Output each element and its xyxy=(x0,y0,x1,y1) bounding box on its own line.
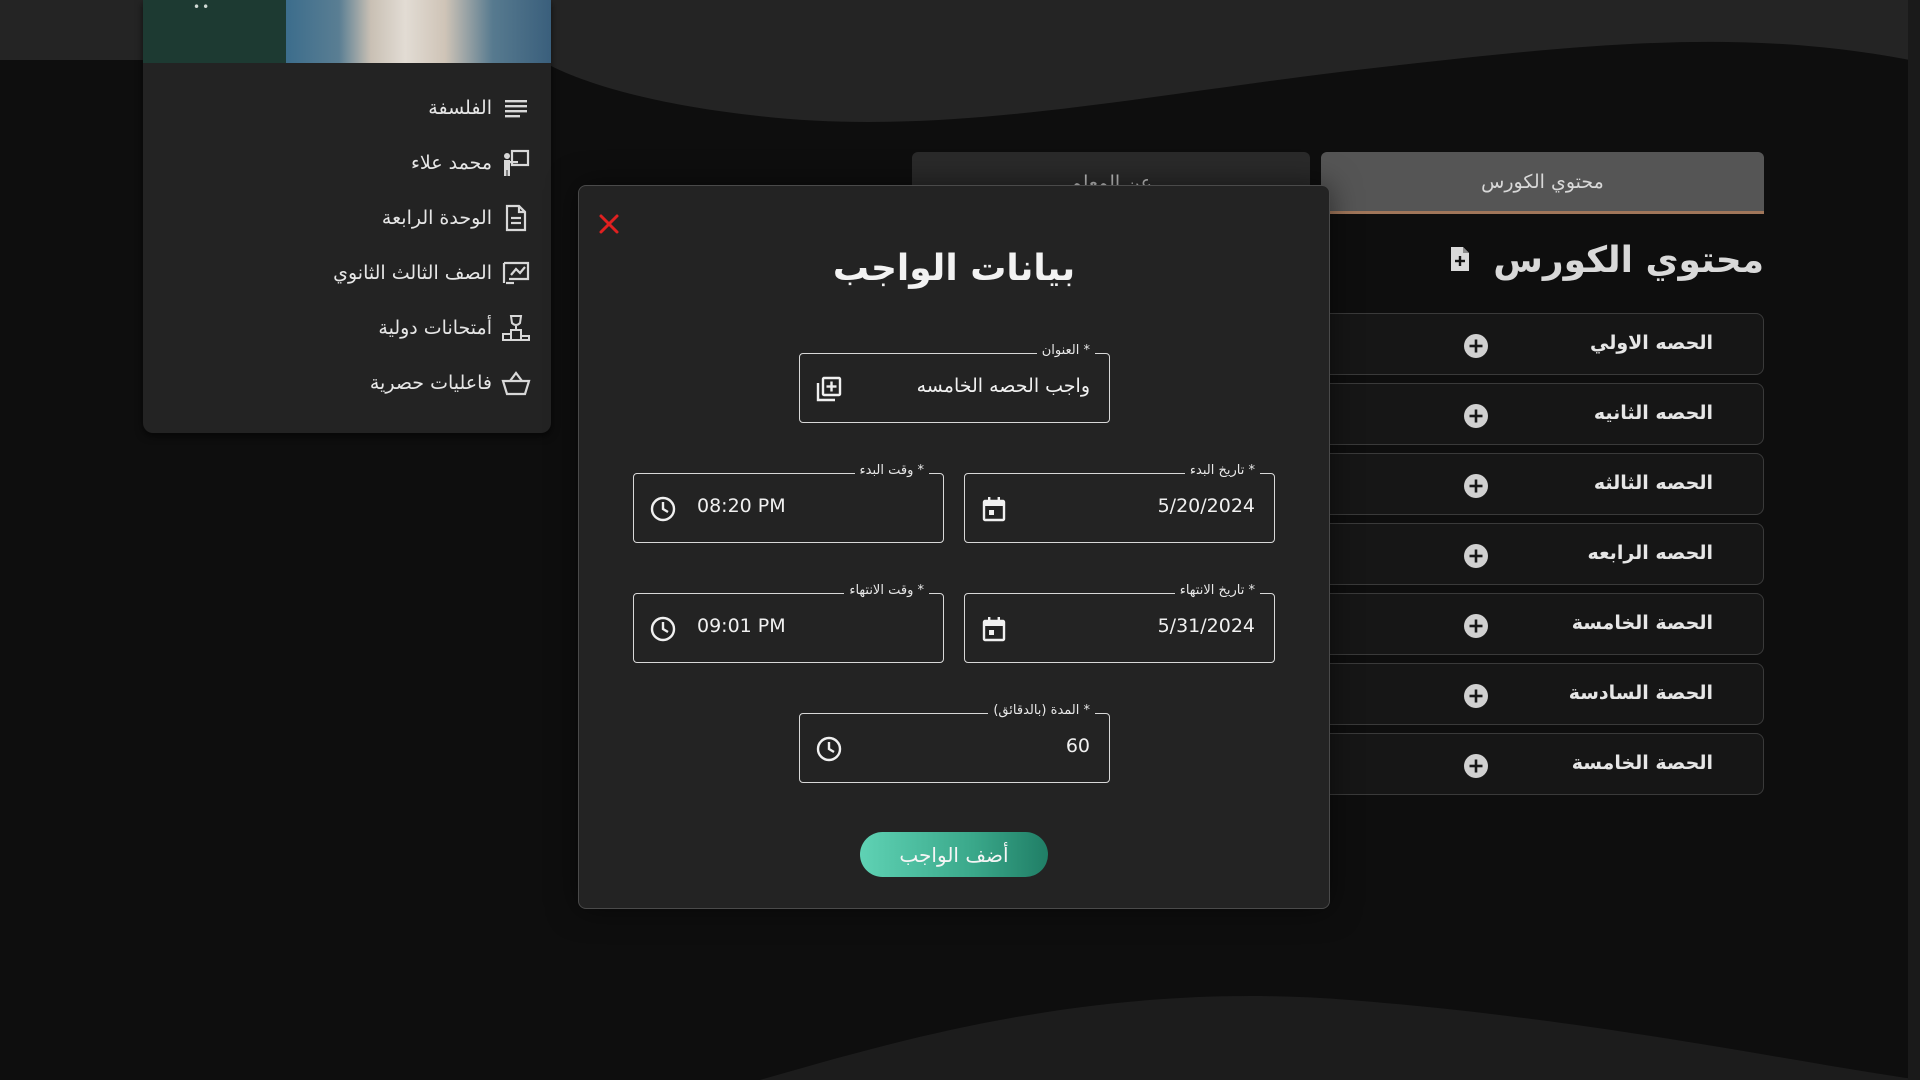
assignment-title-field[interactable]: العنوان * واجب الحصه الخامسه xyxy=(799,343,1110,423)
library-add-icon xyxy=(816,376,842,402)
end-time-field[interactable]: وقت الانتهاء * 09:01 PM xyxy=(633,583,944,663)
lesson-item[interactable]: الحصه الاولي xyxy=(1290,313,1764,375)
lesson-item[interactable]: الحصة الخامسة xyxy=(1290,593,1764,655)
lesson-label: الحصه الاولي xyxy=(1589,332,1713,354)
plus-circle-icon[interactable] xyxy=(1464,614,1488,638)
sidebar: •• الفلسفة محمد علاء الوحدة الرابعة الصف… xyxy=(143,0,551,433)
lesson-item[interactable]: الحصه الرابعه xyxy=(1290,523,1764,585)
tab-course-content[interactable]: محتوي الكورس xyxy=(1321,152,1764,214)
clock-icon xyxy=(816,736,842,762)
close-icon[interactable] xyxy=(597,212,621,236)
field-label: المدة (بالدقائق) * xyxy=(988,703,1095,718)
plus-circle-icon[interactable] xyxy=(1464,474,1488,498)
sidebar-item-label: الوحدة الرابعة xyxy=(381,206,492,229)
sidebar-info-list: الفلسفة محمد علاء الوحدة الرابعة الصف ال… xyxy=(333,80,531,410)
end-date-input[interactable]: 5/31/2024 xyxy=(1158,615,1255,637)
start-date-input[interactable]: 5/20/2024 xyxy=(1158,495,1255,517)
sidebar-item-events: فاعليات حصرية xyxy=(333,355,531,410)
start-time-input[interactable]: 08:20 PM xyxy=(697,495,786,517)
plus-circle-icon[interactable] xyxy=(1464,754,1488,778)
lesson-label: الحصه الثانيه xyxy=(1593,402,1713,424)
end-time-input[interactable]: 09:01 PM xyxy=(697,615,786,637)
start-time-field[interactable]: وقت البدء * 08:20 PM xyxy=(633,463,944,543)
plus-circle-icon[interactable] xyxy=(1464,404,1488,428)
clock-icon[interactable] xyxy=(649,495,677,523)
lesson-label: الحصه الرابعه xyxy=(1587,542,1713,564)
end-date-field[interactable]: تاريخ الانتهاء * 5/31/2024 xyxy=(964,583,1275,663)
plus-circle-icon[interactable] xyxy=(1464,544,1488,568)
lesson-label: الحصه الثالثه xyxy=(1593,472,1713,494)
sidebar-item-label: الصف الثالث الثانوي xyxy=(333,261,492,284)
sidebar-item-teacher: محمد علاء xyxy=(333,135,531,190)
calendar-icon[interactable] xyxy=(980,495,1008,523)
duration-input[interactable]: 60 xyxy=(1066,735,1090,757)
clock-icon[interactable] xyxy=(649,615,677,643)
document-icon xyxy=(501,203,531,233)
teacher-icon xyxy=(501,148,531,178)
page-title: محتوي الكورس xyxy=(1493,240,1764,281)
sidebar-item-exams: أمتحانات دولية xyxy=(333,300,531,355)
file-add-icon xyxy=(1449,245,1471,277)
start-date-field[interactable]: تاريخ البدء * 5/20/2024 xyxy=(964,463,1275,543)
field-label: تاريخ الانتهاء * xyxy=(1174,583,1260,598)
field-label: تاريخ البدء * xyxy=(1184,463,1260,478)
sidebar-item-label: الفلسفة xyxy=(428,96,492,119)
assignment-modal: بيانات الواجب العنوان * واجب الحصه الخام… xyxy=(578,185,1330,909)
calendar-icon[interactable] xyxy=(980,615,1008,643)
sidebar-item-unit: الوحدة الرابعة xyxy=(333,190,531,245)
lesson-item[interactable]: الحصة السادسة xyxy=(1290,663,1764,725)
duration-field[interactable]: المدة (بالدقائق) * 60 xyxy=(799,703,1110,783)
lesson-label: الحصة الخامسة xyxy=(1571,612,1713,634)
course-cover-image: •• xyxy=(143,0,551,63)
plus-circle-icon[interactable] xyxy=(1464,684,1488,708)
basket-icon xyxy=(501,368,531,398)
lesson-item[interactable]: الحصه الثالثه xyxy=(1290,453,1764,515)
course-content-heading: محتوي الكورس xyxy=(1449,240,1764,281)
list-icon xyxy=(501,93,531,123)
field-label: وقت الانتهاء * xyxy=(844,583,929,598)
lesson-item[interactable]: الحصة الخامسة xyxy=(1290,733,1764,795)
title-input[interactable]: واجب الحصه الخامسه xyxy=(917,375,1090,397)
lessons-list: الحصه الاولي الحصه الثانيه الحصه الثالثه… xyxy=(1290,313,1764,803)
lesson-label: الحصة السادسة xyxy=(1568,682,1713,704)
lesson-label: الحصة الخامسة xyxy=(1571,752,1713,774)
field-label: العنوان * xyxy=(1036,343,1095,358)
field-label: وقت البدء * xyxy=(854,463,929,478)
sidebar-item-label: فاعليات حصرية xyxy=(369,371,492,394)
add-assignment-button[interactable]: أضف الواجب xyxy=(860,832,1048,877)
modal-title: بيانات الواجب xyxy=(832,248,1076,289)
plus-circle-icon[interactable] xyxy=(1464,334,1488,358)
sidebar-item-label: أمتحانات دولية xyxy=(378,316,492,339)
sidebar-item-subject: الفلسفة xyxy=(333,80,531,135)
sidebar-item-grade: الصف الثالث الثانوي xyxy=(333,245,531,300)
lesson-item[interactable]: الحصه الثانيه xyxy=(1290,383,1764,445)
trophy-podium-icon xyxy=(501,313,531,343)
sidebar-item-label: محمد علاء xyxy=(410,151,492,174)
chalkboard-icon xyxy=(501,258,531,288)
